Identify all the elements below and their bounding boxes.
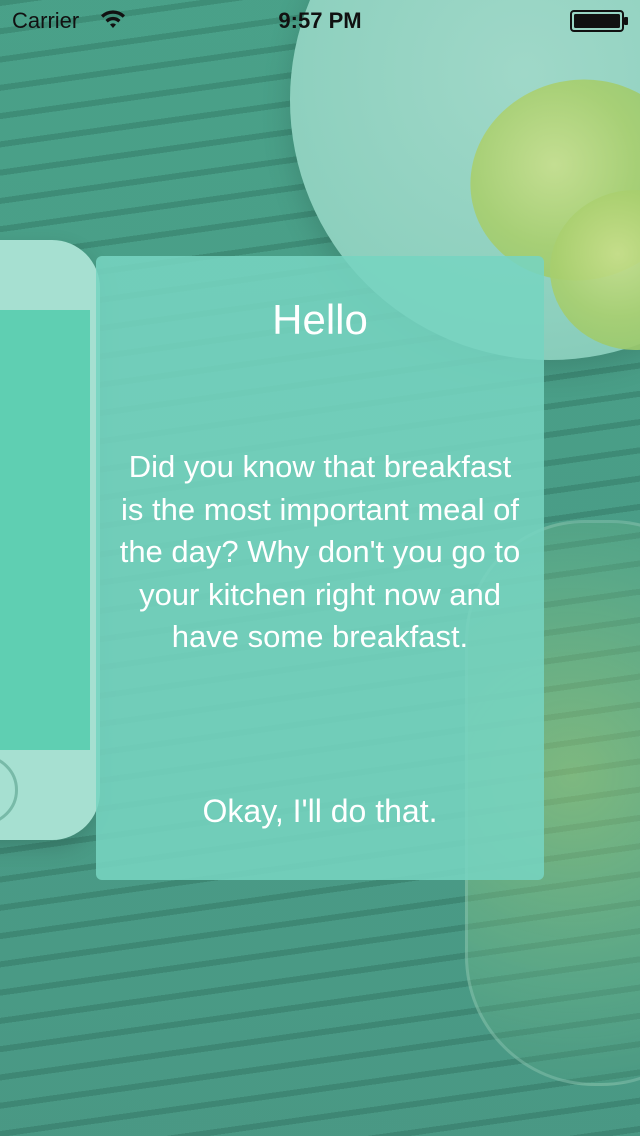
card-title: Hello (272, 296, 368, 343)
card-message: Did you know that breakfast is the most … (119, 449, 521, 654)
alert-card: Hello Did you know that breakfast is the… (96, 256, 544, 880)
phone-home-button-image (0, 755, 18, 825)
confirm-button[interactable]: Okay, I'll do that. (136, 786, 504, 836)
battery-icon (570, 10, 628, 32)
status-bar: Carrier 9:57 PM (0, 0, 640, 40)
phone-screen-image (0, 310, 90, 750)
status-time: 9:57 PM (278, 8, 362, 33)
phone-image (0, 240, 100, 840)
